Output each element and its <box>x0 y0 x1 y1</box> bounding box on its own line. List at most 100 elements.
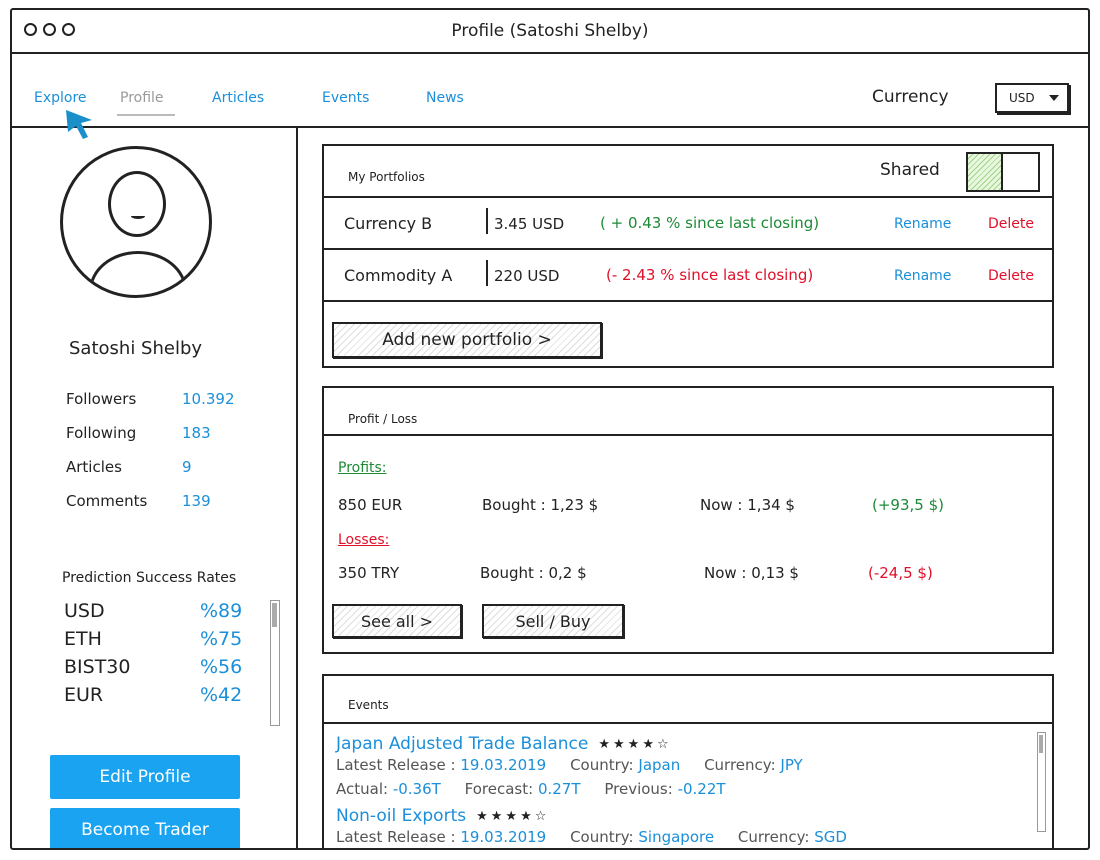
nav-articles[interactable]: Articles <box>212 90 264 106</box>
stat-articles[interactable]: Articles 9 <box>66 458 286 492</box>
previous-label: Previous: <box>604 780 678 798</box>
rate-row: EUR %42 <box>64 684 282 712</box>
scrollbar-thumb[interactable] <box>1039 735 1043 753</box>
country-label: Country: <box>570 828 639 846</box>
profit-row: 850 EUR Bought : 1,23 $ Now : 1,34 $ (+9… <box>338 496 1038 518</box>
rates-scrollbar[interactable] <box>270 600 280 726</box>
actual-label: Actual: <box>336 780 393 798</box>
currency-dropdown[interactable]: USD <box>995 83 1069 113</box>
see-all-button[interactable]: See all > <box>332 604 462 638</box>
event-values-line: Actual: -0.36T Forecast: 0.27T Previous:… <box>336 780 1012 804</box>
country-value: Singapore <box>638 828 715 846</box>
actual-value: -0.36T <box>392 780 441 798</box>
country-label: Country: <box>570 756 639 774</box>
currency-value: SGD <box>814 828 847 846</box>
rate-value: %75 <box>200 628 243 650</box>
shared-toggle[interactable] <box>966 152 1040 192</box>
profile-sidebar: Satoshi Shelby Followers 10.392 Followin… <box>12 128 298 848</box>
events-scrollbar[interactable] <box>1037 732 1046 832</box>
rate-row: ETH %75 <box>64 628 282 656</box>
window-title: Profile (Satoshi Shelby) <box>451 21 649 41</box>
avatar-head <box>108 171 166 237</box>
profit-delta: (+93,5 $) <box>872 496 944 514</box>
release-label: Latest Release : <box>336 756 461 774</box>
release-date: 19.03.2019 <box>460 828 547 846</box>
avatar-body <box>89 251 187 295</box>
toggle-on-half <box>968 154 1003 190</box>
delete-link[interactable]: Delete <box>988 268 1034 284</box>
stat-following[interactable]: Following 183 <box>66 424 286 458</box>
nav-explore[interactable]: Explore <box>34 90 87 106</box>
prediction-rates-title: Prediction Success Rates <box>62 570 237 586</box>
avatar-smile <box>131 213 145 219</box>
profit-bought: Bought : 1,23 $ <box>482 496 599 514</box>
chevron-down-icon <box>1049 95 1059 101</box>
stat-value: 183 <box>182 424 211 442</box>
rate-value: %89 <box>200 600 243 622</box>
release-label: Latest Release : <box>336 828 461 846</box>
events-header: Events <box>324 676 1052 724</box>
stat-label: Following <box>66 424 137 442</box>
loss-now: Now : 0,13 $ <box>704 564 799 582</box>
profit-now: Now : 1,34 $ <box>700 496 795 514</box>
edit-profile-button[interactable]: Edit Profile <box>50 755 240 799</box>
forecast-value: 0.27T <box>537 780 581 798</box>
rate-row: BIST30 %56 <box>64 656 282 684</box>
rename-link[interactable]: Rename <box>894 268 951 284</box>
stat-label: Comments <box>66 492 148 510</box>
rate-name: EUR <box>64 684 104 706</box>
stat-value: 10.392 <box>182 390 235 408</box>
rate-value: %42 <box>200 684 243 706</box>
top-navigation: Explore Profile Articles Events News Cur… <box>12 54 1088 139</box>
event-title[interactable]: Japan Adjusted Trade Balance <box>336 734 588 754</box>
portfolio-name: Currency B <box>344 214 433 233</box>
event-release-line: Latest Release : 19.03.2019 Country: Jap… <box>336 756 1012 780</box>
profile-stats: Followers 10.392 Following 183 Articles … <box>66 390 286 526</box>
event-item[interactable]: Non-oil Exports ★★★★☆ <box>336 804 1012 828</box>
stat-comments[interactable]: Comments 139 <box>66 492 286 526</box>
stat-followers[interactable]: Followers 10.392 <box>66 390 286 424</box>
become-trader-button[interactable]: Become Trader <box>50 808 240 848</box>
rename-link[interactable]: Rename <box>894 216 951 232</box>
currency-label: Currency: <box>737 828 815 846</box>
event-release-line: Latest Release : 19.03.2019 Country: Sin… <box>336 828 1012 848</box>
add-portfolio-button[interactable]: Add new portfolio > <box>332 322 602 358</box>
portfolio-row: Currency B 3.45 USD ( + 0.43 % since las… <box>324 198 1052 250</box>
sell-buy-button[interactable]: Sell / Buy <box>482 604 624 638</box>
profit-amount: 850 EUR <box>338 496 403 514</box>
currency-label: Currency <box>872 87 949 107</box>
stat-value: 139 <box>182 492 211 510</box>
loss-bought: Bought : 0,2 $ <box>480 564 587 582</box>
event-title[interactable]: Non-oil Exports <box>336 806 466 826</box>
avatar <box>60 146 212 298</box>
stat-value: 9 <box>182 458 192 476</box>
user-name: Satoshi Shelby <box>69 338 203 359</box>
app-window: Profile (Satoshi Shelby) Explore Profile… <box>10 8 1090 850</box>
rate-row: USD %89 <box>64 600 282 628</box>
title-bar: Profile (Satoshi Shelby) <box>12 10 1088 54</box>
portfolio-value: 220 USD <box>494 267 560 285</box>
stat-label: Followers <box>66 390 137 408</box>
profit-loss-panel: Profit / Loss Profits: 850 EUR Bought : … <box>322 386 1054 654</box>
rate-name: USD <box>64 600 105 622</box>
portfolio-change: (- 2.43 % since last closing) <box>606 266 814 284</box>
nav-events[interactable]: Events <box>322 90 369 106</box>
delete-link[interactable]: Delete <box>988 216 1034 232</box>
currency-value: JPY <box>780 756 803 774</box>
nav-news[interactable]: News <box>426 90 464 106</box>
nav-profile[interactable]: Profile <box>120 90 164 106</box>
losses-label: Losses: <box>338 532 390 548</box>
profit-loss-title: Profit / Loss <box>348 412 418 426</box>
divider <box>486 260 488 286</box>
event-item[interactable]: Japan Adjusted Trade Balance ★★★★☆ <box>336 732 1012 756</box>
events-title: Events <box>348 698 389 712</box>
forecast-label: Forecast: <box>464 780 538 798</box>
scrollbar-thumb[interactable] <box>272 603 277 627</box>
profits-label: Profits: <box>338 460 387 476</box>
events-list: Japan Adjusted Trade Balance ★★★★☆ Lates… <box>324 724 1052 848</box>
rate-name: ETH <box>64 628 102 650</box>
portfolio-change: ( + 0.43 % since last closing) <box>600 214 820 232</box>
profit-loss-header: Profit / Loss <box>324 388 1052 436</box>
star-rating-icon: ★★★★☆ <box>476 808 550 824</box>
portfolio-value: 3.45 USD <box>494 215 565 233</box>
